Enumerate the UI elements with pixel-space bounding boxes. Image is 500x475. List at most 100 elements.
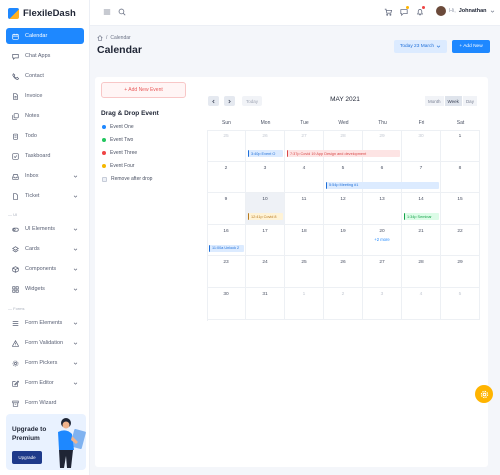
event-color-dot (102, 125, 106, 129)
day-cell[interactable]: 28 (402, 256, 441, 288)
day-cell[interactable]: 29 (441, 256, 480, 288)
day-cell[interactable]: 20 +2 more (363, 224, 402, 257)
event-label: Event One (110, 124, 134, 130)
sidebar-item-ticket[interactable]: Ticket (6, 188, 84, 204)
sidebar-item-ui-elements[interactable]: UI Elements (6, 221, 84, 237)
sidebar-item-todo[interactable]: Todo (6, 128, 84, 144)
day-cell[interactable]: 24 (246, 256, 285, 288)
calendar-event[interactable]: 3:40p Event O (248, 150, 283, 157)
day-cell[interactable]: 19 (324, 224, 363, 257)
day-cell[interactable]: 25 (285, 256, 324, 288)
sidebar-item-cards[interactable]: Cards (6, 241, 84, 257)
day-cell[interactable]: 26 (324, 256, 363, 288)
person-illustration-icon (58, 418, 86, 468)
remove-after-drop-option[interactable]: Remove after drop (102, 176, 152, 182)
day-cell[interactable]: 13 (363, 193, 402, 225)
day-cell[interactable]: 10 (246, 193, 285, 225)
sidebar-item-form-editor[interactable]: Form Editor (6, 375, 84, 391)
prev-month-button[interactable] (208, 96, 219, 106)
settings-icon (12, 360, 19, 366)
draggable-event[interactable]: Event Two (102, 137, 133, 143)
day-cell[interactable]: 11 (285, 193, 324, 225)
day-cell[interactable]: 3 (246, 161, 285, 194)
day-cell[interactable]: 15 (441, 193, 480, 225)
remove-after-drop-checkbox[interactable] (102, 176, 107, 182)
day-cell[interactable]: 17 (246, 224, 285, 257)
sidebar-item-chat-apps[interactable]: Chat Apps (6, 48, 84, 64)
day-cell[interactable]: 22 (441, 224, 480, 257)
cart-icon[interactable] (384, 8, 392, 16)
day-cell[interactable]: 1 (285, 288, 324, 320)
day-cell[interactable]: 12 (324, 193, 363, 225)
calendar-event[interactable]: 7:37p Covid 19 App Design and developmen… (287, 150, 400, 157)
sidebar-item-form-wizard[interactable]: Form Wizard (6, 395, 84, 411)
user-menu[interactable]: Hi, Johnathan (436, 6, 495, 16)
edit-icon (12, 380, 19, 387)
day-number: 30 (223, 292, 229, 297)
sidebar-item-form-pickers[interactable]: Form Pickers (6, 355, 84, 371)
sidebar-item-invoice[interactable]: Invoice (6, 88, 84, 104)
sidebar-item-label: Chat Apps (25, 53, 51, 59)
day-cell[interactable]: 21 (402, 224, 441, 257)
day-cell[interactable]: 9 (207, 193, 246, 225)
sidebar-item-components[interactable]: Components (6, 261, 84, 277)
more-events-link[interactable]: +2 more (363, 237, 401, 242)
upgrade-button[interactable]: Upgrade (12, 451, 42, 464)
sidebar-item-notes[interactable]: Notes (6, 108, 84, 124)
day-number: 22 (457, 228, 463, 234)
view-day[interactable]: Day (462, 96, 478, 106)
sidebar-item-widgets[interactable]: Widgets (6, 281, 84, 297)
month-title: MAY 2021 (330, 96, 360, 103)
calendar-event[interactable]: 1:34p Seminar (404, 213, 439, 221)
view-month[interactable]: Month (425, 96, 445, 106)
calendar-event[interactable]: 12:41p Covid 8 (248, 213, 283, 221)
day-cell[interactable]: 27 (363, 256, 402, 288)
day-cell[interactable]: 23 (207, 256, 246, 288)
message-icon[interactable] (400, 8, 408, 16)
sidebar-item-form-validation[interactable]: Form Validation (6, 335, 84, 351)
search-icon[interactable] (118, 8, 126, 16)
day-number: 25 (301, 260, 307, 266)
day-cell[interactable]: 3 (363, 288, 402, 320)
day-cell[interactable]: 8 (441, 161, 480, 194)
day-cell[interactable]: 4 (402, 288, 441, 320)
day-cell[interactable]: 5 (441, 288, 480, 320)
day-cell[interactable]: 2 (207, 161, 246, 194)
draggable-event[interactable]: Event One (102, 124, 134, 130)
calendar-grid: Sun Mon Tue Wed Thu Fri Sat 25 26 27 28 29 30 1 2 3 4 5 6 7… (207, 120, 480, 322)
day-cell[interactable]: 14 (402, 193, 441, 225)
day-cell[interactable]: 18 (285, 224, 324, 257)
day-cell[interactable]: 30 (207, 288, 246, 320)
draggable-event[interactable]: Event Four (102, 163, 134, 169)
sidebar-item-taskboard[interactable]: Taskboard (6, 148, 84, 164)
sidebar-item-form-elements[interactable]: Form Elements (6, 315, 84, 331)
sidebar-item-label: UI Elements (25, 226, 55, 232)
event-label: Event Four (110, 163, 135, 169)
sidebar-item-inbox[interactable]: Inbox (6, 168, 84, 184)
chevron-down-icon (436, 45, 441, 48)
calendar-event[interactable]: 5:54p Meeting #1 (326, 181, 439, 189)
home-icon[interactable] (97, 35, 103, 41)
add-new-event-button[interactable]: + Add New Event (101, 82, 186, 98)
settings-fab[interactable] (475, 385, 493, 403)
today-button[interactable]: Today (242, 96, 262, 106)
date-picker-button[interactable]: Today 23 March (394, 40, 447, 53)
menu-icon[interactable] (103, 8, 111, 16)
day-cell[interactable]: 4 (285, 161, 324, 194)
brand[interactable]: FlexileDash (8, 6, 76, 20)
sidebar-item-contact[interactable]: Contact (6, 68, 84, 84)
brand-logo-icon (8, 7, 19, 19)
bell-icon[interactable] (416, 8, 424, 16)
sidebar-item-calendar[interactable]: Calendar (6, 28, 84, 44)
view-week[interactable]: Week (444, 96, 463, 106)
day-cell[interactable]: 31 (246, 288, 285, 320)
weekday-header: Wed (338, 120, 349, 126)
add-new-button[interactable]: + Add New (452, 40, 490, 53)
day-cell[interactable]: 30 (402, 130, 441, 162)
draggable-event[interactable]: Event Three (102, 150, 137, 156)
day-cell[interactable]: 25 (207, 130, 246, 162)
day-cell[interactable]: 1 (441, 130, 480, 162)
calendar-event[interactable]: 11:00a Unlock 2 (209, 244, 244, 252)
day-cell[interactable]: 2 (324, 288, 363, 320)
next-month-button[interactable] (224, 96, 235, 106)
